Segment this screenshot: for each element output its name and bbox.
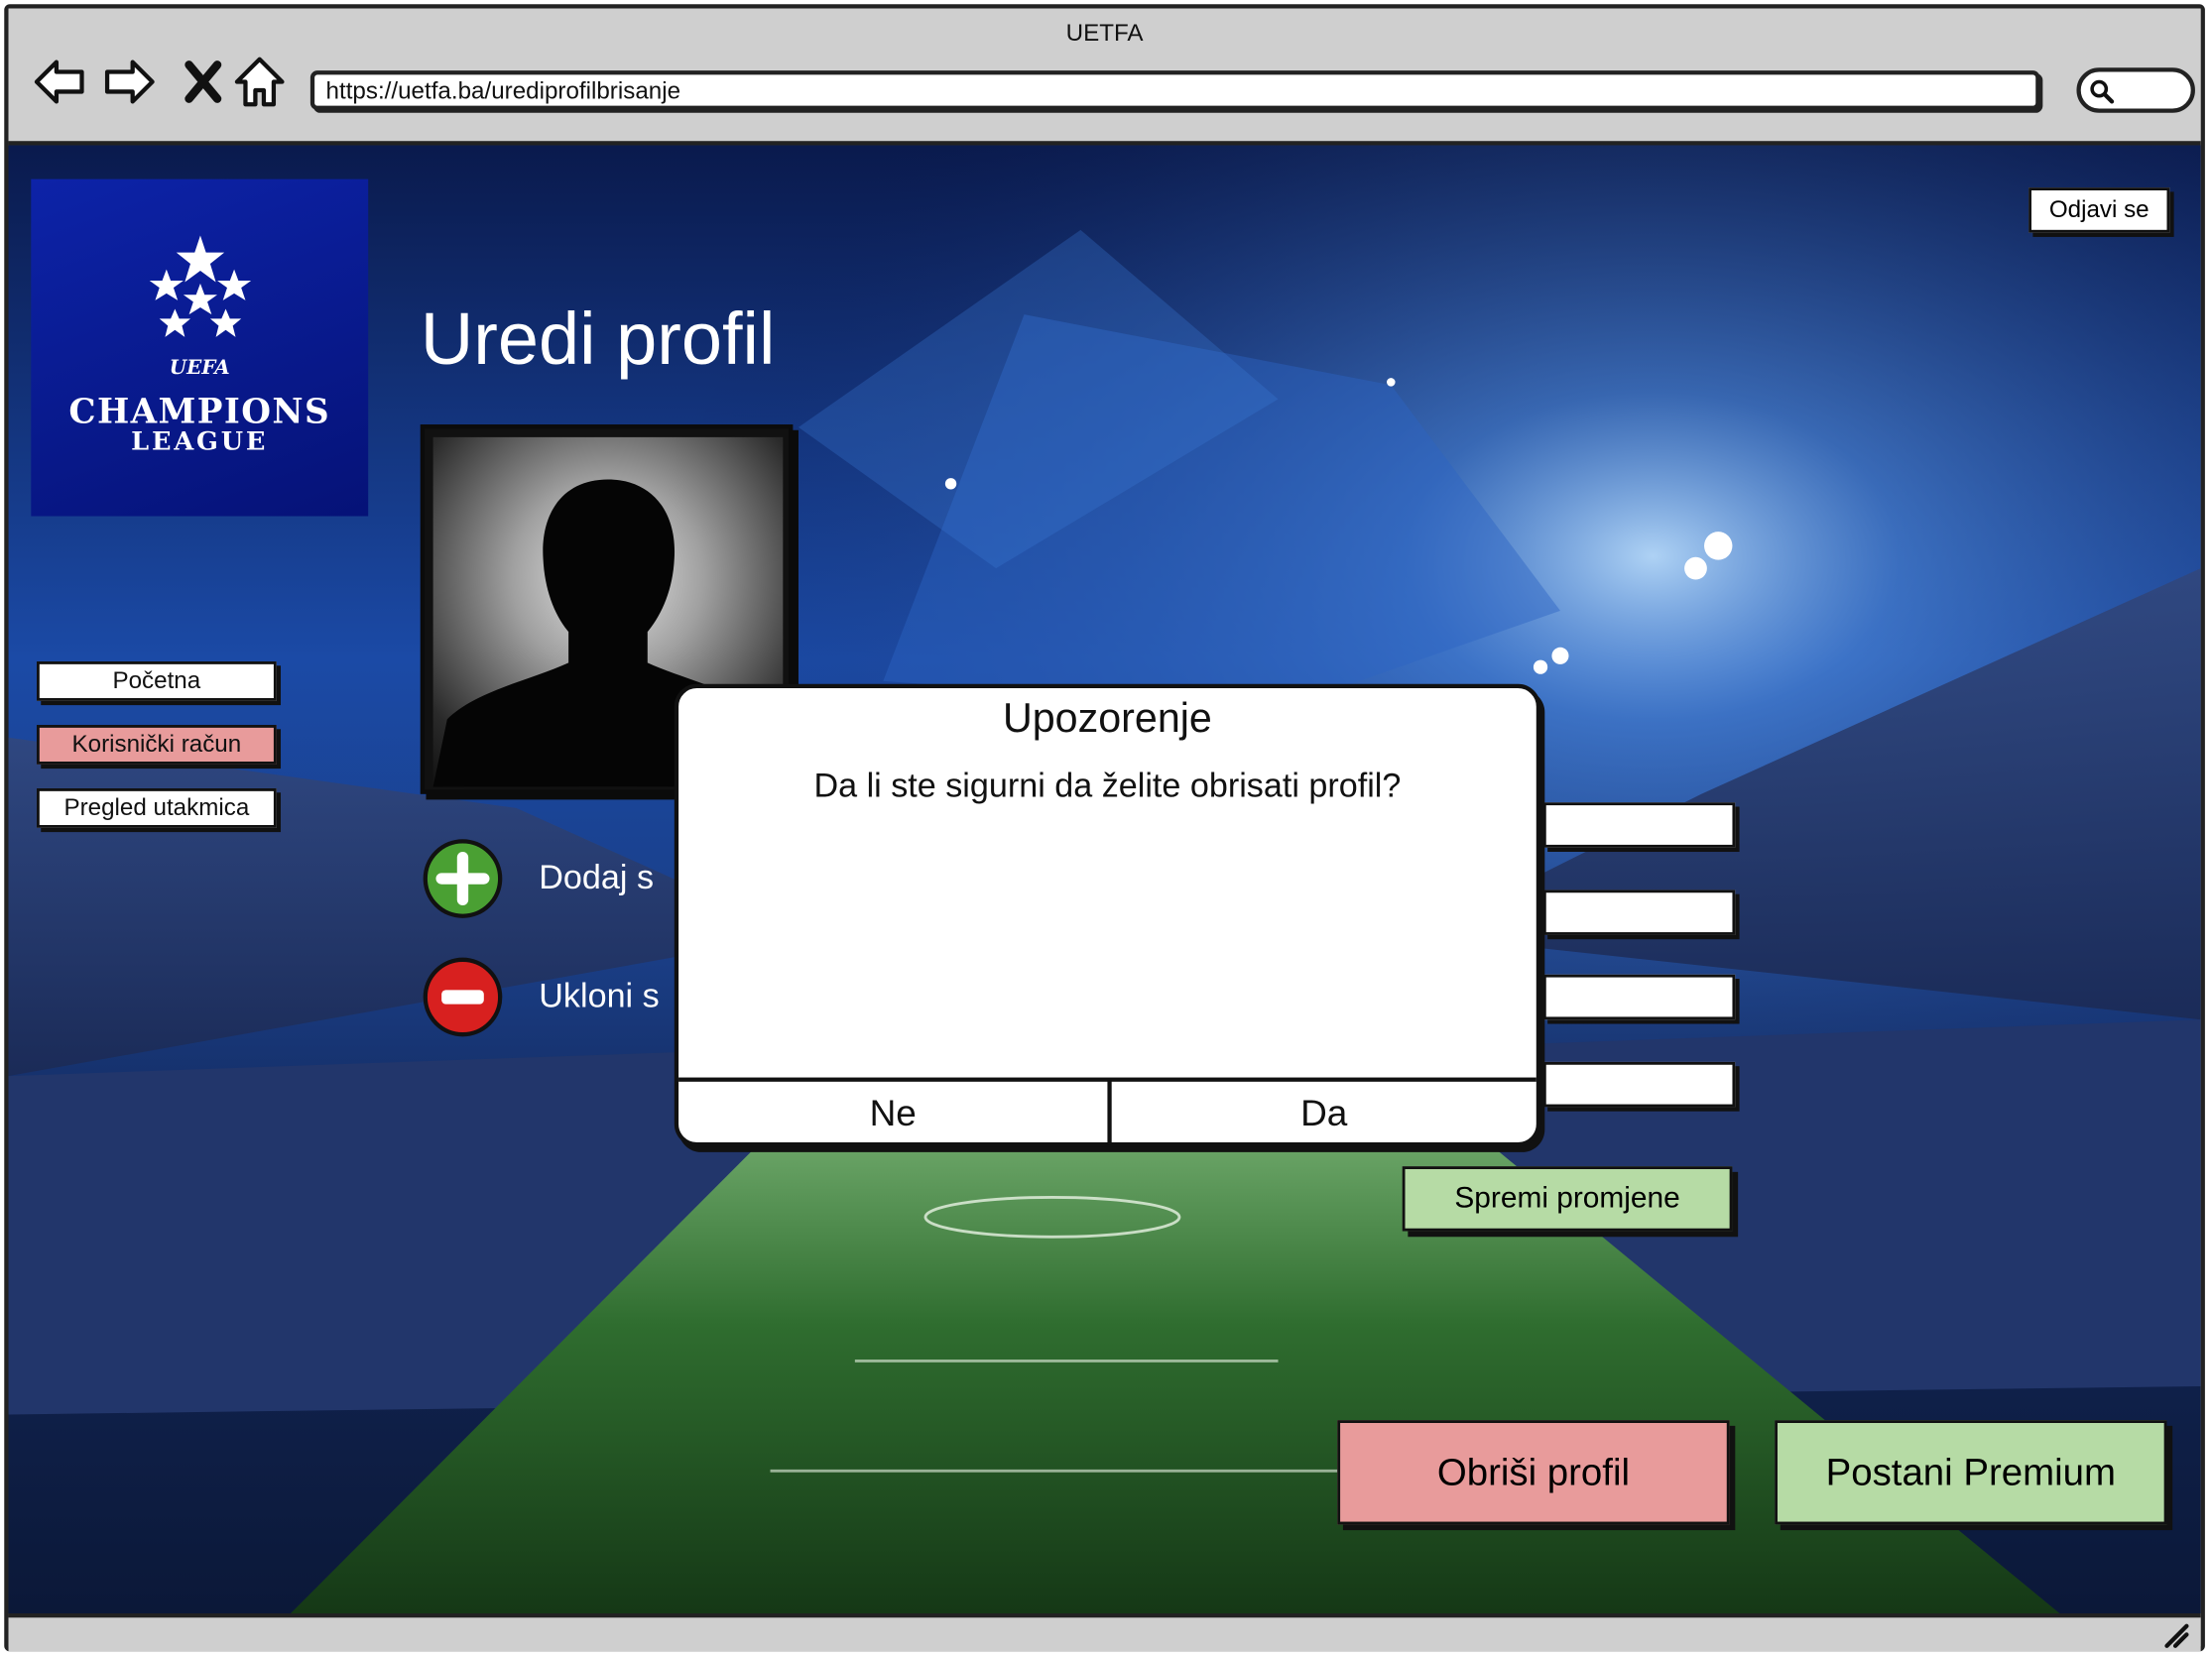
- logo-league-text: LEAGUE: [131, 426, 269, 457]
- dialog-title: Upozorenje: [1002, 696, 1212, 743]
- champions-league-logo[interactable]: UEFA CHAMPIONS LEAGUE: [31, 178, 369, 517]
- dialog-no-button[interactable]: Ne: [678, 1083, 1107, 1142]
- remove-photo-label[interactable]: Ukloni s: [539, 978, 659, 1017]
- dialog-yes-button[interactable]: Da: [1112, 1083, 1536, 1142]
- stop-x-icon[interactable]: [175, 54, 231, 110]
- profile-field-4[interactable]: [1542, 1061, 1736, 1108]
- profile-field-3[interactable]: [1542, 974, 1736, 1020]
- remove-photo-icon[interactable]: [423, 957, 503, 1037]
- save-changes-button[interactable]: Spremi promjene: [1402, 1166, 1733, 1232]
- logo-champions-text: CHAMPIONS: [68, 390, 331, 432]
- add-photo-icon[interactable]: [423, 839, 503, 918]
- browser-toolbar: UETFA https://uetfa.ba/urediprofilbrisan…: [8, 8, 2201, 146]
- page-title: Uredi profil: [420, 298, 776, 381]
- browser-search-field[interactable]: [2076, 67, 2195, 113]
- search-icon: [2090, 79, 2115, 104]
- address-bar[interactable]: https://uetfa.ba/urediprofilbrisanje: [309, 70, 2040, 110]
- starball-icon: [149, 235, 252, 337]
- forward-arrow-icon[interactable]: [101, 54, 158, 110]
- window-title: UETFA: [1065, 19, 1144, 47]
- back-arrow-icon[interactable]: [31, 54, 87, 110]
- dialog-message: Da li ste sigurni da želite obrisati pro…: [813, 767, 1402, 806]
- page-content: UEFA CHAMPIONS LEAGUE Odjavi se Uredi pr…: [8, 145, 2201, 1613]
- sidebar-item-matches[interactable]: Pregled utakmica: [36, 788, 277, 828]
- sidebar-item-account[interactable]: Korisnički račun: [36, 725, 277, 765]
- delete-profile-button[interactable]: Obriši profil: [1337, 1420, 1730, 1525]
- resize-grip-icon[interactable]: [2161, 1620, 2189, 1648]
- browser-window: UETFA https://uetfa.ba/urediprofilbrisan…: [0, 0, 2212, 1659]
- sidebar-item-home[interactable]: Početna: [36, 661, 277, 701]
- become-premium-button[interactable]: Postani Premium: [1775, 1420, 2167, 1525]
- home-icon[interactable]: [231, 54, 288, 110]
- logout-button[interactable]: Odjavi se: [2028, 187, 2170, 233]
- status-bar: [8, 1612, 2201, 1652]
- confirm-delete-dialog: Upozorenje Da li ste sigurni da želite o…: [674, 683, 1541, 1147]
- logo-uefa-text: UEFA: [169, 356, 230, 380]
- profile-field-1[interactable]: [1542, 802, 1736, 848]
- profile-field-2[interactable]: [1542, 889, 1736, 935]
- add-photo-label[interactable]: Dodaj s: [539, 859, 654, 898]
